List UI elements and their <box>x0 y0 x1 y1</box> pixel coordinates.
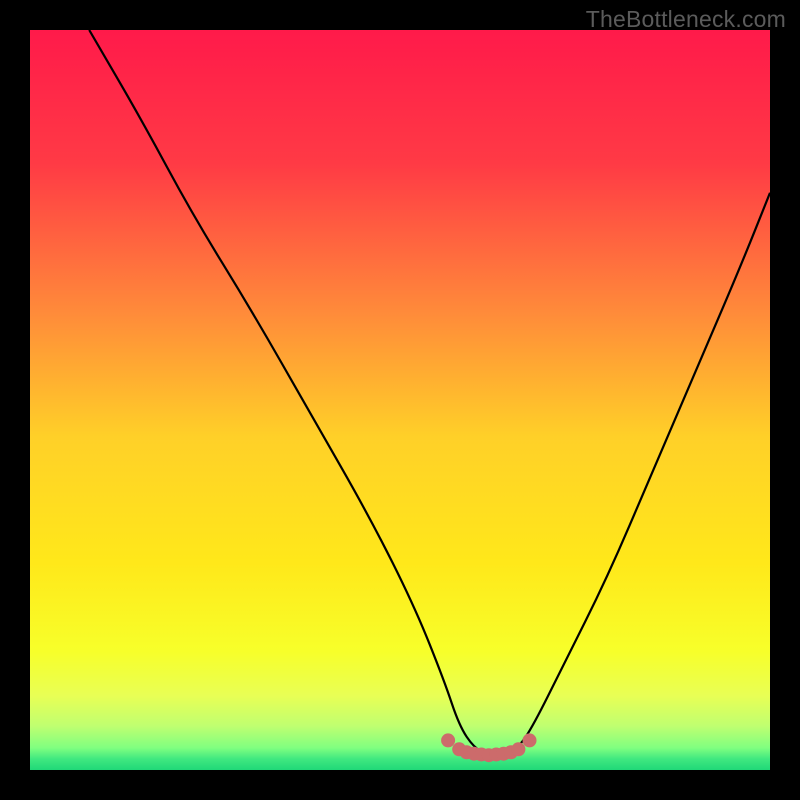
highlight-dot <box>441 733 455 747</box>
chart-frame: TheBottleneck.com <box>0 0 800 800</box>
chart-svg <box>30 30 770 770</box>
plot-area <box>30 30 770 770</box>
highlight-dot <box>511 742 525 756</box>
watermark-label: TheBottleneck.com <box>586 6 786 33</box>
highlight-dot <box>523 733 537 747</box>
bottleneck-curve <box>89 30 770 755</box>
